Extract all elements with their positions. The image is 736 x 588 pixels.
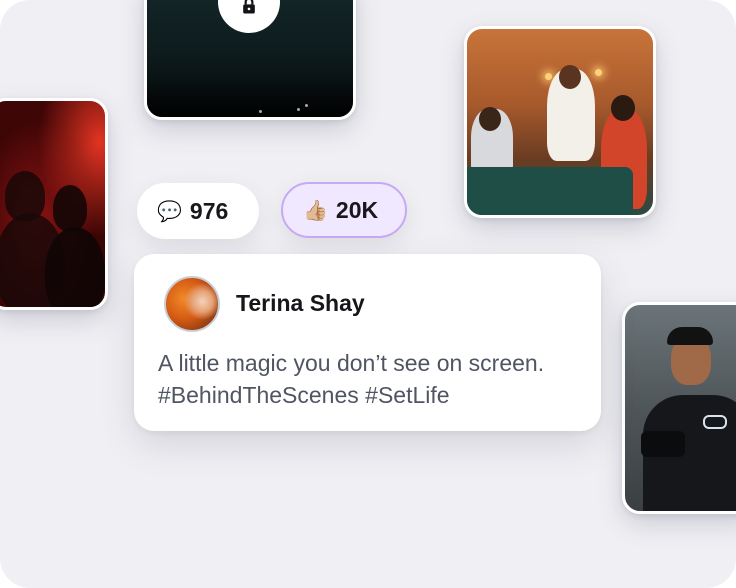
lock-badge[interactable] [218, 0, 280, 33]
lamp-light [545, 73, 552, 80]
comments-count-pill[interactable]: 💬 976 [137, 183, 259, 239]
cameraman-photo[interactable] [622, 302, 736, 514]
author-name[interactable]: Terina Shay [236, 290, 365, 317]
photo-figure [479, 107, 501, 131]
speech-bubble-icon: 💬 [157, 199, 182, 223]
camera-prop [641, 431, 685, 457]
shirt-logo [703, 415, 727, 429]
photo-figure [611, 95, 635, 121]
dining-scene-photo[interactable] [464, 26, 656, 218]
likes-count-pill[interactable]: 👍🏼 20K [281, 182, 407, 238]
stage-light [259, 110, 262, 113]
likes-count: 20K [335, 196, 379, 223]
photo-figure [559, 65, 581, 89]
photo-figure [45, 227, 105, 307]
locked-video-thumbnail[interactable] [144, 0, 356, 120]
concert-photo[interactable] [0, 98, 108, 310]
post-text: A little magic you don’t see on screen. … [158, 350, 545, 408]
photo-figure [667, 327, 713, 345]
stage-light [305, 104, 308, 107]
video-gradient [147, 79, 353, 117]
comments-count: 976 [189, 197, 229, 224]
avatar[interactable] [164, 276, 220, 332]
social-post-canvas: 💬 976 👍🏼 20K Terina Shay A little magic … [0, 0, 736, 588]
stage-light [297, 108, 300, 111]
photo-figure [53, 185, 87, 231]
photo-table [467, 167, 633, 215]
lock-icon [243, 0, 255, 14]
thumbs-up-icon: 👍🏼 [303, 198, 328, 222]
lamp-light [595, 69, 602, 76]
post-card[interactable]: Terina Shay A little magic you don’t see… [134, 254, 601, 431]
